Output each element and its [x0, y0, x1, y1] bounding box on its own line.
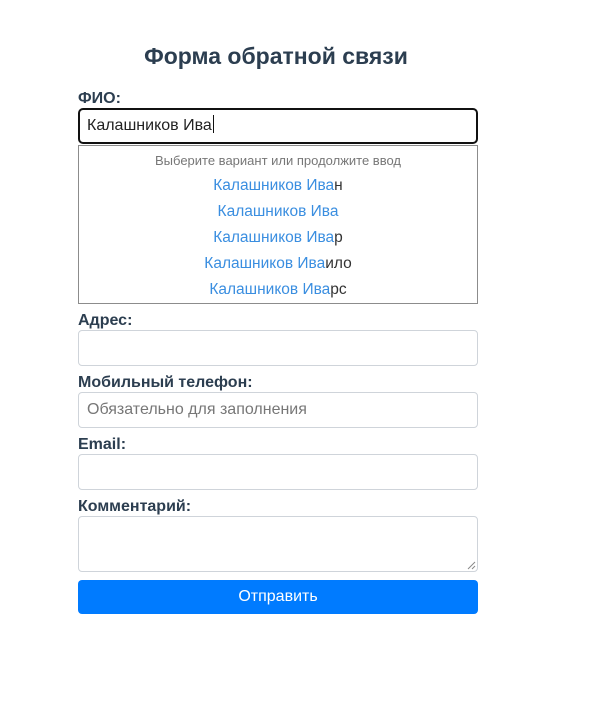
autocomplete-item[interactable]: Калашников Иварс — [79, 281, 477, 299]
page-title: Форма обратной связи — [144, 43, 408, 69]
address-label: Адрес: — [78, 312, 133, 329]
autocomplete-item[interactable]: Калашников Иваило — [79, 255, 477, 273]
autocomplete-dropdown: Выберите вариант или продолжите ввод Кал… — [78, 145, 478, 304]
autocomplete-item[interactable]: Калашников Ива — [79, 203, 477, 221]
email-input[interactable] — [78, 454, 478, 490]
phone-input[interactable]: Обязательно для заполнения — [78, 392, 478, 428]
suggestion-match: Калашников Ива — [209, 281, 331, 298]
comment-textarea[interactable] — [78, 516, 478, 572]
autocomplete-item[interactable]: Калашников Ивар — [79, 229, 477, 247]
suggestion-rest: р — [334, 229, 343, 246]
email-label: Email: — [78, 436, 127, 453]
text-caret — [212, 115, 214, 133]
suggestion-match: Калашников Ива — [213, 177, 335, 194]
suggestion-match: Калашников Ива — [213, 229, 335, 246]
suggestion-rest: н — [334, 177, 343, 194]
suggestion-rest: ило — [325, 255, 352, 272]
suggestion-match: Калашников Ива — [217, 203, 339, 220]
address-input[interactable] — [78, 330, 478, 366]
autocomplete-item[interactable]: Калашников Иван — [79, 177, 477, 195]
fio-label: ФИО: — [78, 90, 121, 107]
resize-grip-icon[interactable] — [467, 561, 476, 570]
comment-label: Комментарий: — [78, 498, 192, 515]
fio-input-value: Калашников Ива — [87, 117, 212, 134]
submit-button[interactable]: Отправить — [78, 580, 478, 614]
suggestion-match: Калашников Ива — [204, 255, 326, 272]
phone-label: Мобильный телефон: — [78, 374, 253, 391]
fio-input[interactable]: Калашников Ива — [78, 108, 478, 144]
suggestion-rest: рс — [330, 281, 347, 298]
autocomplete-hint: Выберите вариант или продолжите ввод — [155, 153, 401, 168]
